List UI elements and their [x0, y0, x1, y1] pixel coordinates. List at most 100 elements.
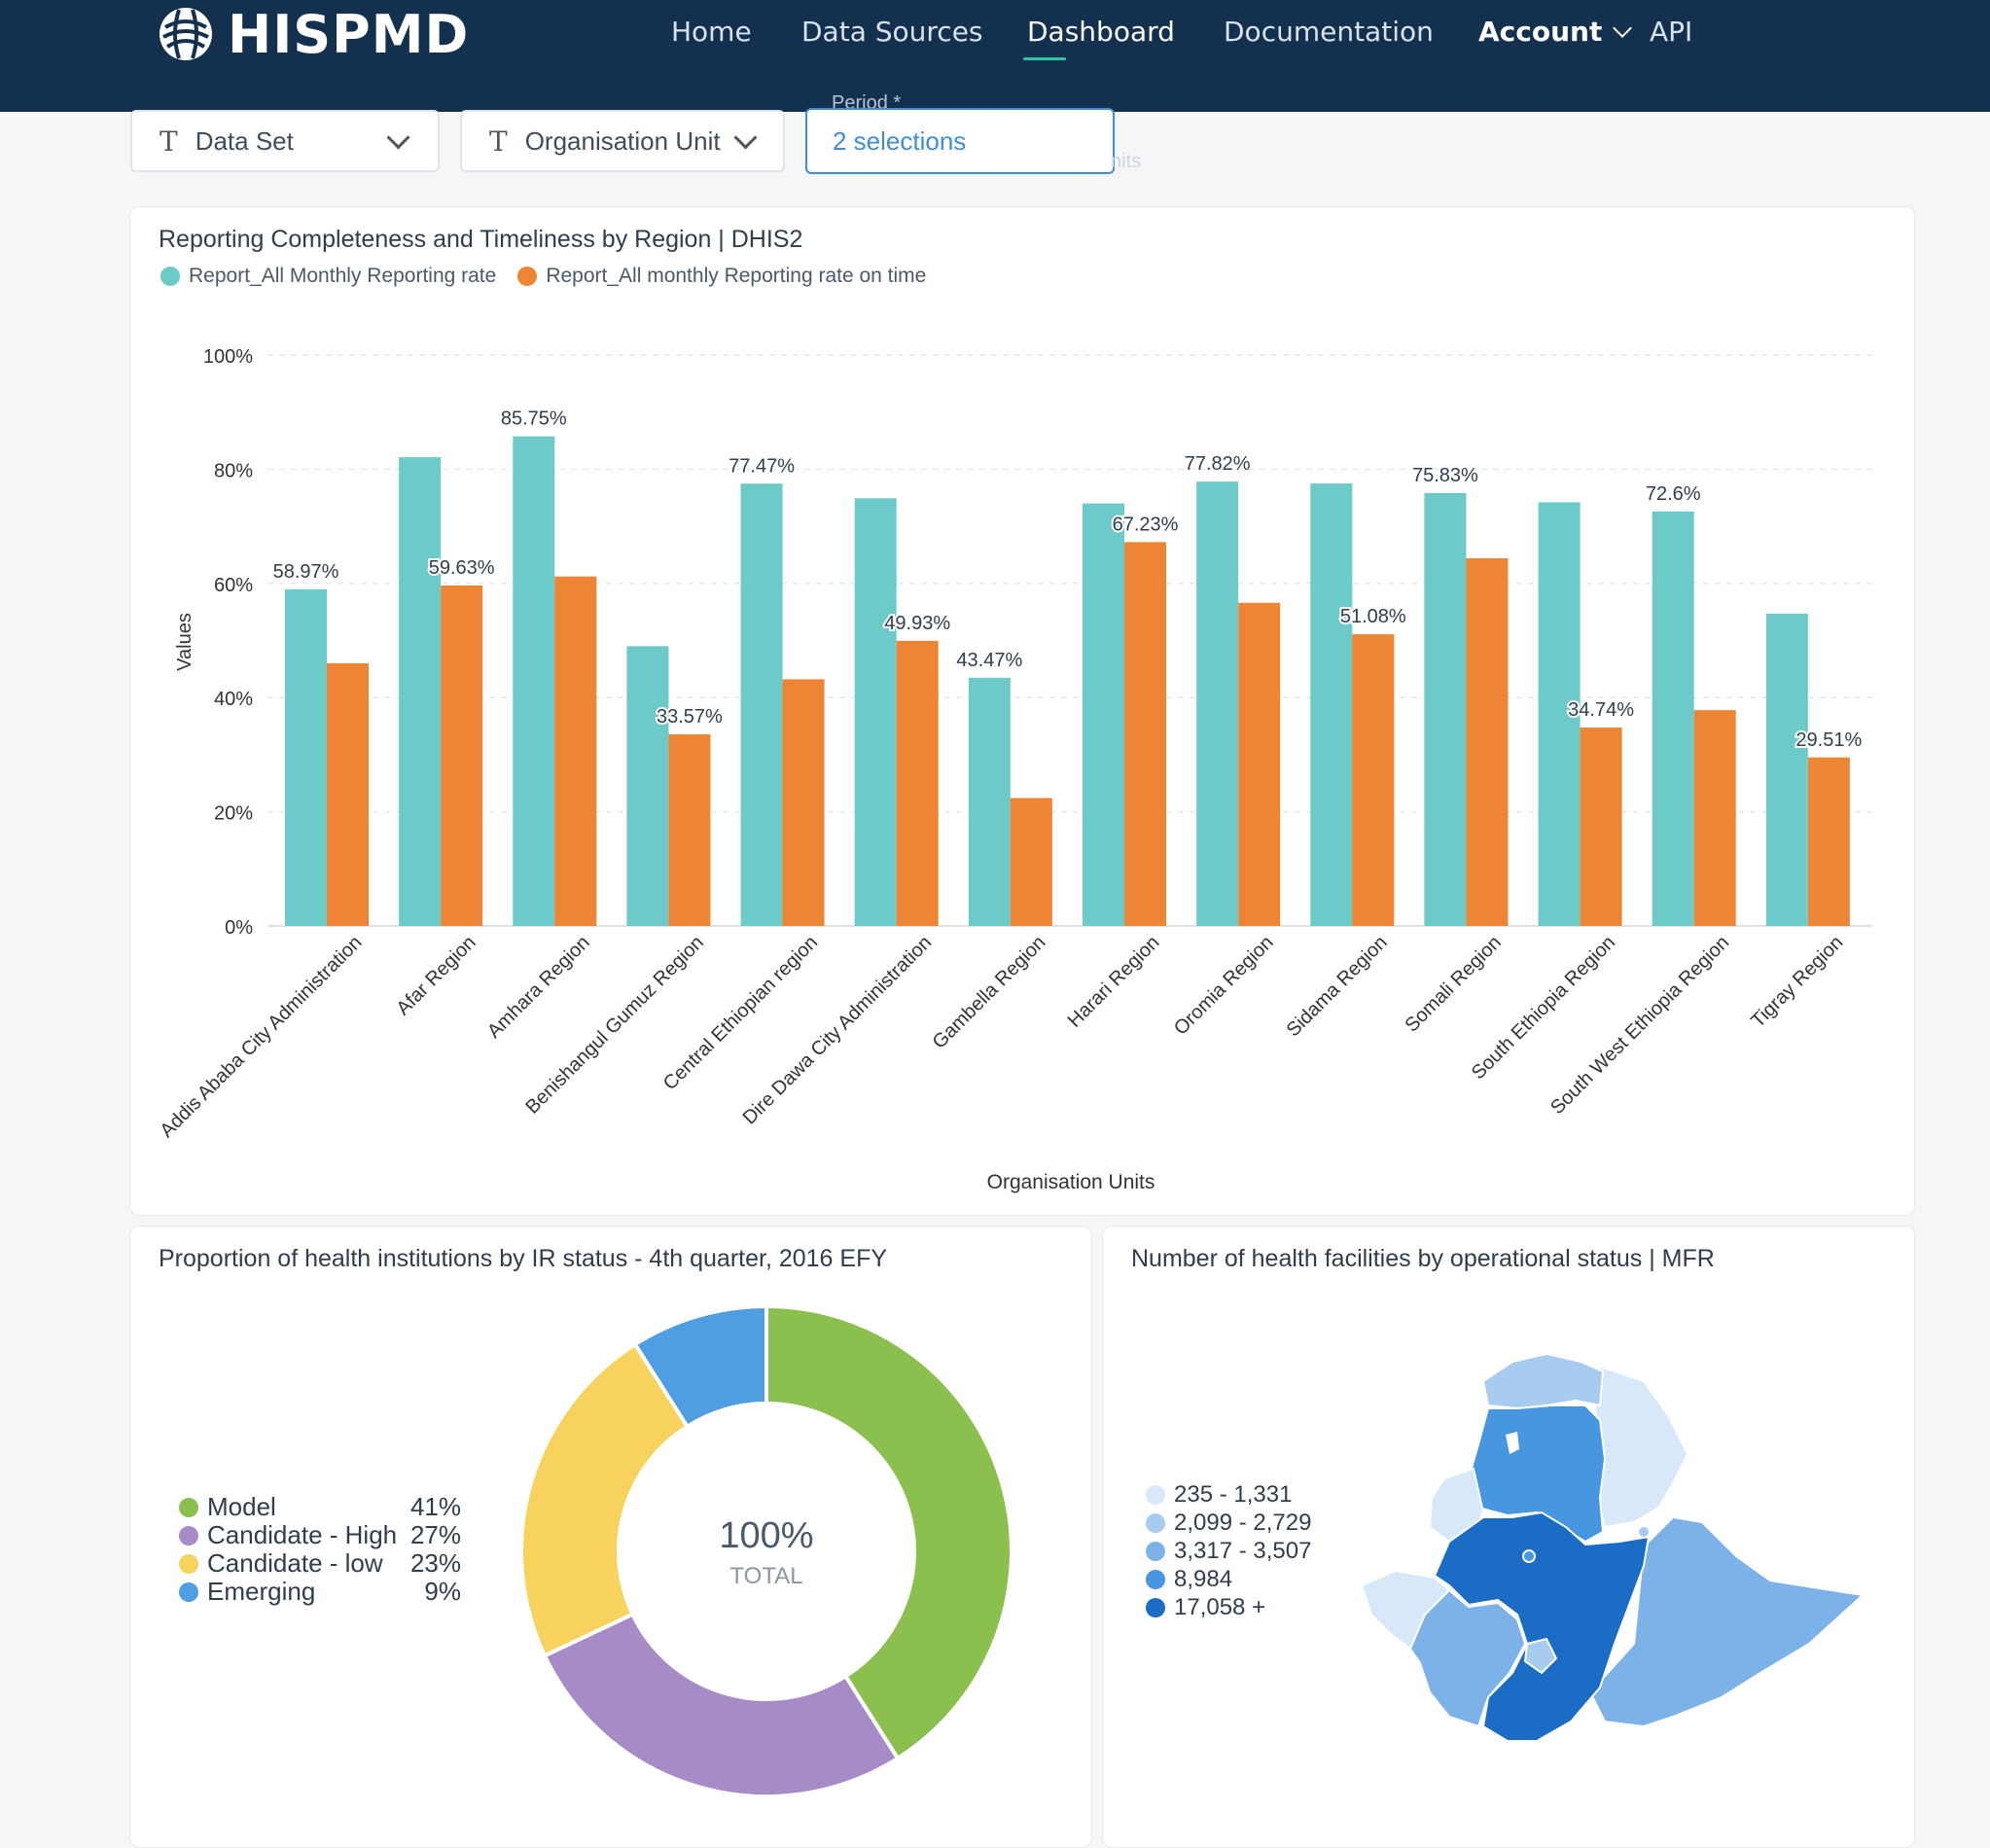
data-label: 77.47% [728, 455, 795, 477]
data-label: 33.57% [657, 706, 723, 728]
data-label: 75.83% [1412, 465, 1478, 486]
map-region-tigray[interactable] [1481, 1352, 1605, 1410]
bar-reporting-rate [1424, 492, 1467, 926]
ir-status-title: Proportion of health institutions by IR … [159, 1245, 888, 1272]
data-label: 67.23% [1113, 514, 1179, 535]
legend-item-range-5[interactable]: 17,058 + [1146, 1593, 1311, 1621]
bar-reporting-rate [968, 677, 1011, 926]
y-tick-label: 100% [203, 346, 253, 368]
bar-on-time [1124, 542, 1166, 926]
x-axis-title: Organisation Units [987, 1171, 1155, 1193]
legend-item-range-4[interactable]: 8,984 [1146, 1565, 1311, 1593]
ethiopia-region-map [1360, 1352, 1866, 1742]
legend-swatch [1146, 1484, 1165, 1505]
y-tick-label: 20% [214, 803, 253, 825]
map-region-addis-ababa[interactable] [1522, 1549, 1536, 1563]
bar-on-time [668, 733, 711, 926]
data-label: 58.97% [273, 561, 339, 583]
legend-label: Emerging [207, 1577, 316, 1606]
category-label: Somali Region [1401, 932, 1506, 1037]
y-axis-title: Values [174, 613, 195, 671]
ir-status-donut-chart: 100% TOTAL [519, 1303, 1013, 1798]
bar-on-time [1693, 710, 1736, 926]
category-label: Harari Region [1064, 932, 1164, 1032]
bar-on-time [1010, 798, 1052, 926]
bar-reporting-rate [399, 457, 442, 926]
legend-swatch [1146, 1541, 1165, 1561]
legend-label: 3,317 - 3,507 [1174, 1537, 1312, 1564]
legend-swatch [1146, 1512, 1165, 1533]
bar-on-time [1238, 602, 1281, 926]
legend-swatch [179, 1497, 198, 1517]
legend-swatch [1146, 1597, 1165, 1617]
slice-candidate-low [519, 1341, 691, 1658]
y-tick-label: 60% [214, 575, 253, 596]
data-label: 34.74% [1568, 699, 1634, 721]
category-label: South West Ethiopia Region [1546, 932, 1733, 1119]
data-label: 72.6% [1646, 483, 1701, 505]
legend-swatch [1146, 1569, 1165, 1589]
data-label: 59.63% [429, 557, 495, 579]
bar-on-time [1807, 757, 1850, 926]
legend-value: 23% [409, 1548, 461, 1578]
category-labels: Addis Ababa City Administration Afar Regi… [157, 932, 1848, 1142]
category-label: Amhara Region [483, 932, 594, 1043]
y-tick-label: 0% [225, 917, 253, 939]
donut-center-label: TOTAL [729, 1563, 802, 1589]
category-label: Tigray Region [1747, 932, 1847, 1032]
category-label: Benishangul Gumuz Region [521, 932, 708, 1119]
legend-item-range-2[interactable]: 2,099 - 2,729 [1146, 1509, 1311, 1537]
category-label: Sidama Region [1283, 932, 1392, 1041]
legend-item-range-1[interactable]: 235 - 1,331 [1146, 1480, 1311, 1509]
legend-label: Candidate - High [207, 1520, 398, 1549]
legend-item-range-3[interactable]: 3,317 - 3,507 [1146, 1537, 1311, 1565]
bar-reporting-rate [1196, 481, 1239, 926]
facilities-map-title: Number of health facilities by operation… [1131, 1245, 1715, 1272]
legend-value: 27% [409, 1520, 461, 1549]
category-label: Dire Dawa City Administration [739, 932, 937, 1129]
data-label: 29.51% [1795, 729, 1862, 751]
bar-on-time [782, 679, 825, 926]
data-label: 51.08% [1340, 606, 1406, 627]
legend-item-candidate-low[interactable]: Candidate - low 23% [179, 1548, 461, 1578]
bar-reporting-rate [1765, 613, 1808, 926]
y-tick-label: 80% [214, 460, 253, 481]
legend-item-candidate-high[interactable]: Candidate - High 27% [179, 1520, 461, 1549]
bar-reporting-rate [740, 483, 783, 926]
category-label: Gambella Region [929, 932, 1050, 1053]
facilities-map-legend: 235 - 1,331 2,099 - 2,729 3,317 - 3,507 … [1146, 1480, 1311, 1621]
legend-value: 41% [409, 1492, 461, 1521]
bar-reporting-rate [285, 588, 327, 926]
map-region-dire-dawa[interactable] [1637, 1525, 1651, 1539]
legend-label: 17,058 + [1174, 1593, 1266, 1620]
legend-item-emerging[interactable]: Emerging 9% [179, 1577, 461, 1606]
category-label: Addis Ababa City Administration [157, 932, 367, 1142]
legend-label: 8,984 [1174, 1565, 1233, 1592]
bar-on-time [1352, 634, 1395, 926]
donut-center-value: 100% [719, 1515, 813, 1556]
bar-on-time [1466, 557, 1509, 926]
bar-on-time [327, 662, 369, 926]
legend-value: 9% [424, 1577, 461, 1606]
legend-label: 2,099 - 2,729 [1174, 1509, 1312, 1536]
data-label: 85.75% [501, 409, 567, 430]
bar-reporting-rate [513, 436, 555, 926]
ir-status-legend: Model 41% Candidate - High 27% Candidate -… [179, 1492, 461, 1606]
legend-swatch [179, 1553, 198, 1574]
bar-reporting-rate [854, 498, 897, 926]
y-tick-label: 40% [214, 689, 253, 710]
bar-reporting-rate [1310, 483, 1353, 926]
category-label: Oromia Region [1170, 932, 1278, 1040]
bar-on-time [896, 640, 939, 926]
category-label: Afar Region [392, 932, 480, 1019]
legend-label: Model [207, 1492, 276, 1521]
bar-on-time [554, 576, 597, 926]
map-region-afar[interactable] [1593, 1365, 1689, 1529]
legend-item-model[interactable]: Model 41% [179, 1492, 461, 1521]
legend-swatch [179, 1581, 198, 1602]
legend-label: 235 - 1,331 [1174, 1480, 1293, 1508]
bar-reporting-rate [626, 646, 669, 926]
slice-candidate-high [542, 1612, 901, 1798]
data-label: 43.47% [956, 650, 1022, 671]
bar-on-time [441, 585, 483, 926]
